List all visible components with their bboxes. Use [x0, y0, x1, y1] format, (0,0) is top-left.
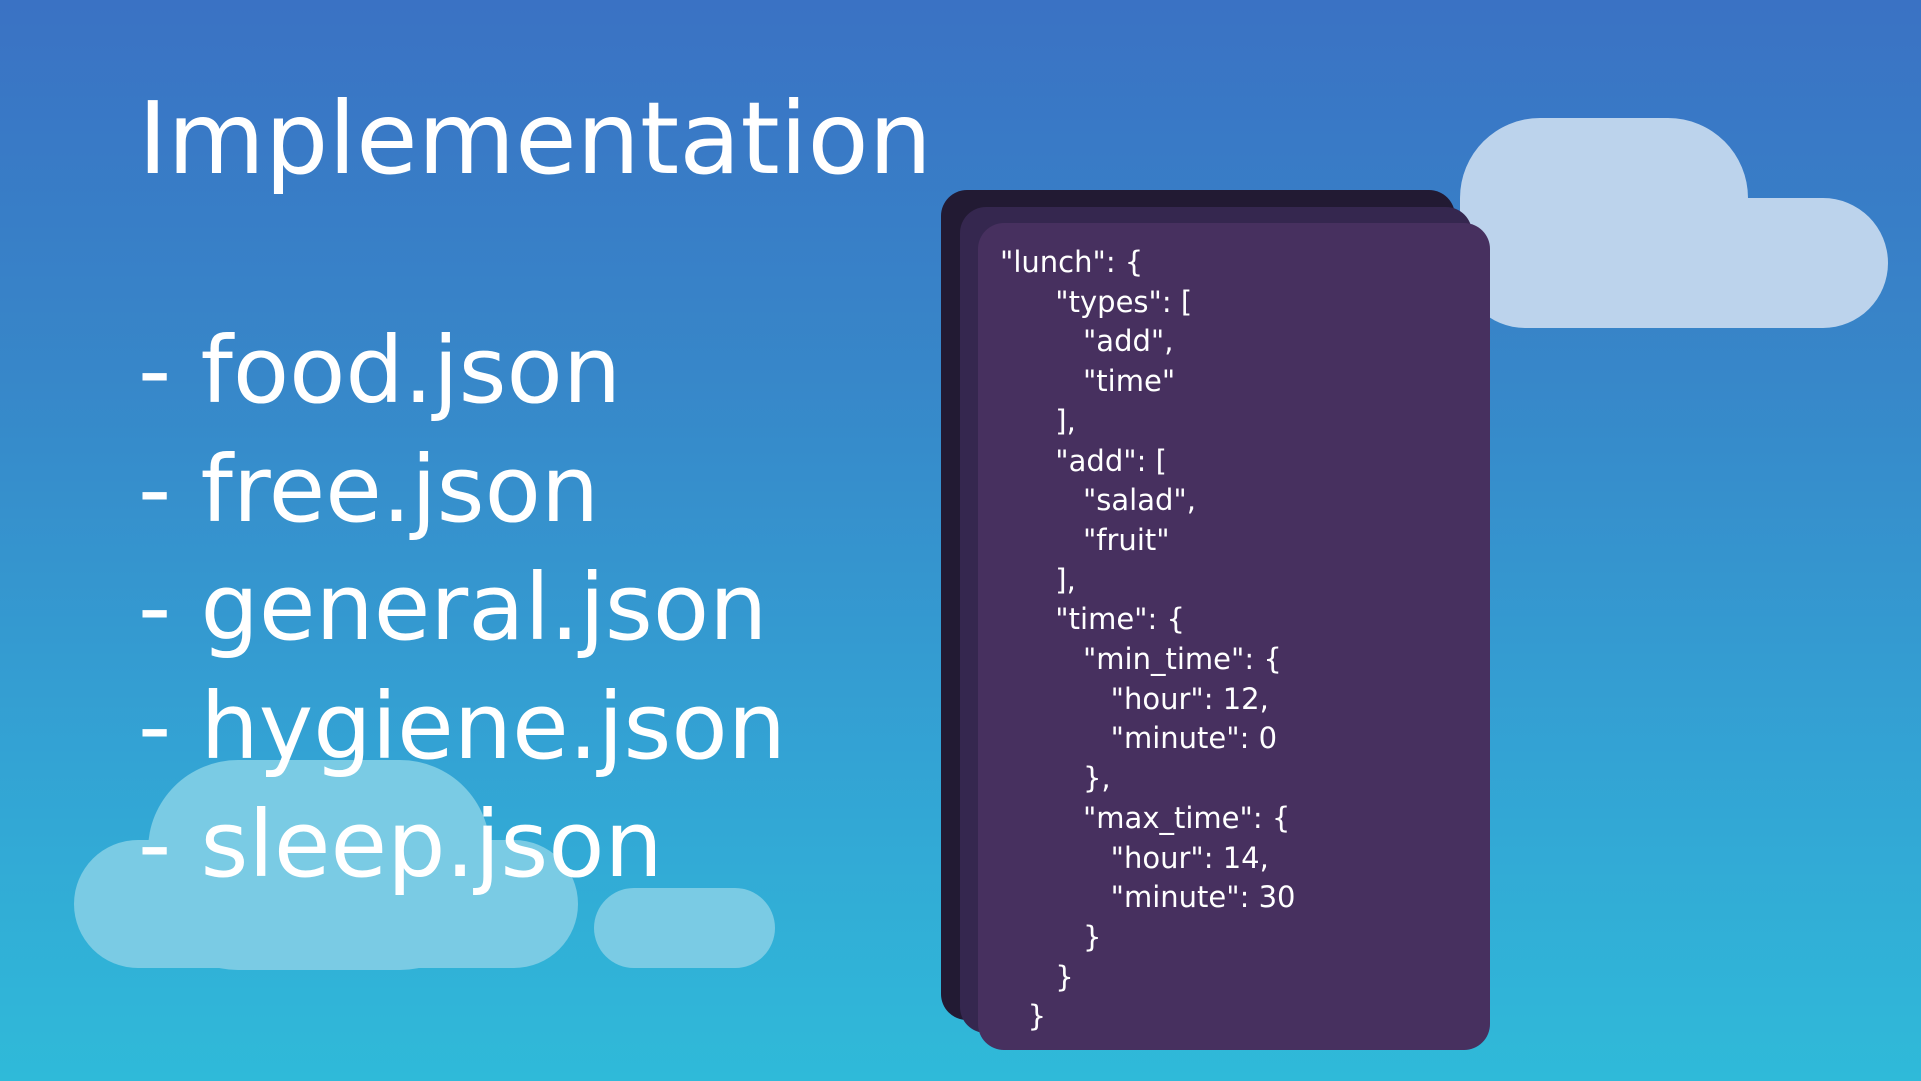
slide-title: Implementation	[138, 80, 933, 197]
cloud-top-right-base	[1460, 198, 1888, 328]
slide: Implementation - food.json - free.json -…	[0, 0, 1921, 1081]
file-item-hygiene: - hygiene.json	[138, 672, 786, 780]
json-code-snippet: "lunch": { "types": [ "add", "time" ], "…	[1000, 245, 1296, 1034]
code-card: "lunch": { "types": [ "add", "time" ], "…	[978, 223, 1490, 1050]
file-item-general: - general.json	[138, 554, 768, 661]
file-list: - food.json - free.json - general.json -…	[138, 312, 786, 905]
file-item-free: - free.json	[138, 435, 600, 543]
file-item-sleep: - sleep.json	[138, 791, 663, 898]
file-item-food: - food.json	[138, 317, 622, 424]
